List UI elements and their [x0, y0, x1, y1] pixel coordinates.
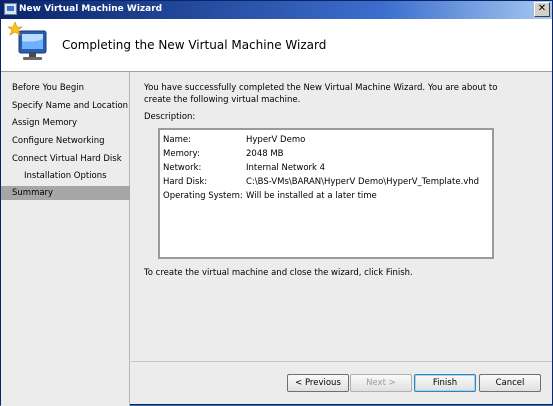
wizard-steps-nav: Before You Begin Specify Name and Locati… [1, 72, 130, 406]
description-label: Description: [144, 112, 196, 122]
close-button[interactable]: ✕ [534, 2, 550, 17]
summary-row-network: Network: Internal Network 4 [163, 161, 479, 175]
description-box[interactable]: Name: HyperV Demo Memory: 2048 MB Networ… [158, 128, 494, 259]
window-app-icon [4, 3, 17, 15]
window-title: New Virtual Machine Wizard [19, 4, 163, 14]
summary-row-memory: Memory: 2048 MB [163, 147, 479, 161]
summary-key: Hard Disk: [163, 177, 208, 187]
nav-item-summary[interactable]: Summary [1, 186, 130, 200]
summary-value: Internal Network 4 [246, 163, 326, 173]
wizard-window: New Virtual Machine Wizard ✕ Completing … [0, 0, 553, 406]
nav-item-specify-name-and-location[interactable]: Specify Name and Location [1, 99, 130, 113]
nav-item-configure-networking[interactable]: Configure Networking [1, 134, 130, 148]
summary-key: Operating System: [163, 191, 243, 201]
nav-item-installation-options[interactable]: Installation Options [1, 169, 130, 183]
summary-key: Memory: [163, 149, 200, 159]
summary-row-operating-system: Operating System: Will be installed at a… [163, 189, 479, 203]
summary-key: Network: [163, 163, 202, 173]
intro-text: You have successfully completed the New … [144, 83, 498, 105]
wizard-header: Completing the New Virtual Machine Wizar… [1, 19, 552, 72]
previous-button[interactable]: < Previous [287, 374, 349, 392]
finish-instruction-text: To create the virtual machine and close … [144, 268, 413, 278]
cancel-button[interactable]: Cancel [479, 374, 541, 392]
finish-button[interactable]: Finish [414, 374, 476, 392]
summary-page: You have successfully completed the New … [131, 72, 552, 362]
page-heading: Completing the New Virtual Machine Wizar… [62, 38, 327, 52]
nav-item-before-you-begin[interactable]: Before You Begin [1, 81, 130, 95]
summary-value: HyperV Demo [246, 135, 306, 145]
new-virtual-machine-wizard-icon [7, 21, 47, 60]
nav-item-assign-memory[interactable]: Assign Memory [1, 116, 130, 130]
summary-value: Will be installed at a later time [246, 191, 377, 201]
summary-key: Name: [163, 135, 191, 145]
next-button[interactable]: Next > [350, 374, 412, 392]
summary-table: Name: HyperV Demo Memory: 2048 MB Networ… [163, 133, 479, 203]
nav-item-connect-virtual-hard-disk[interactable]: Connect Virtual Hard Disk [1, 152, 130, 166]
title-bar[interactable]: New Virtual Machine Wizard ✕ [1, 1, 552, 19]
summary-row-name: Name: HyperV Demo [163, 133, 479, 147]
button-bar-divider [131, 361, 552, 362]
summary-value: 2048 MB [246, 149, 284, 159]
summary-row-hard-disk: Hard Disk: C:\BS-VMs\BARAN\HyperV Demo\H… [163, 175, 479, 189]
summary-value: C:\BS-VMs\BARAN\HyperV Demo\HyperV_Templ… [246, 177, 480, 187]
